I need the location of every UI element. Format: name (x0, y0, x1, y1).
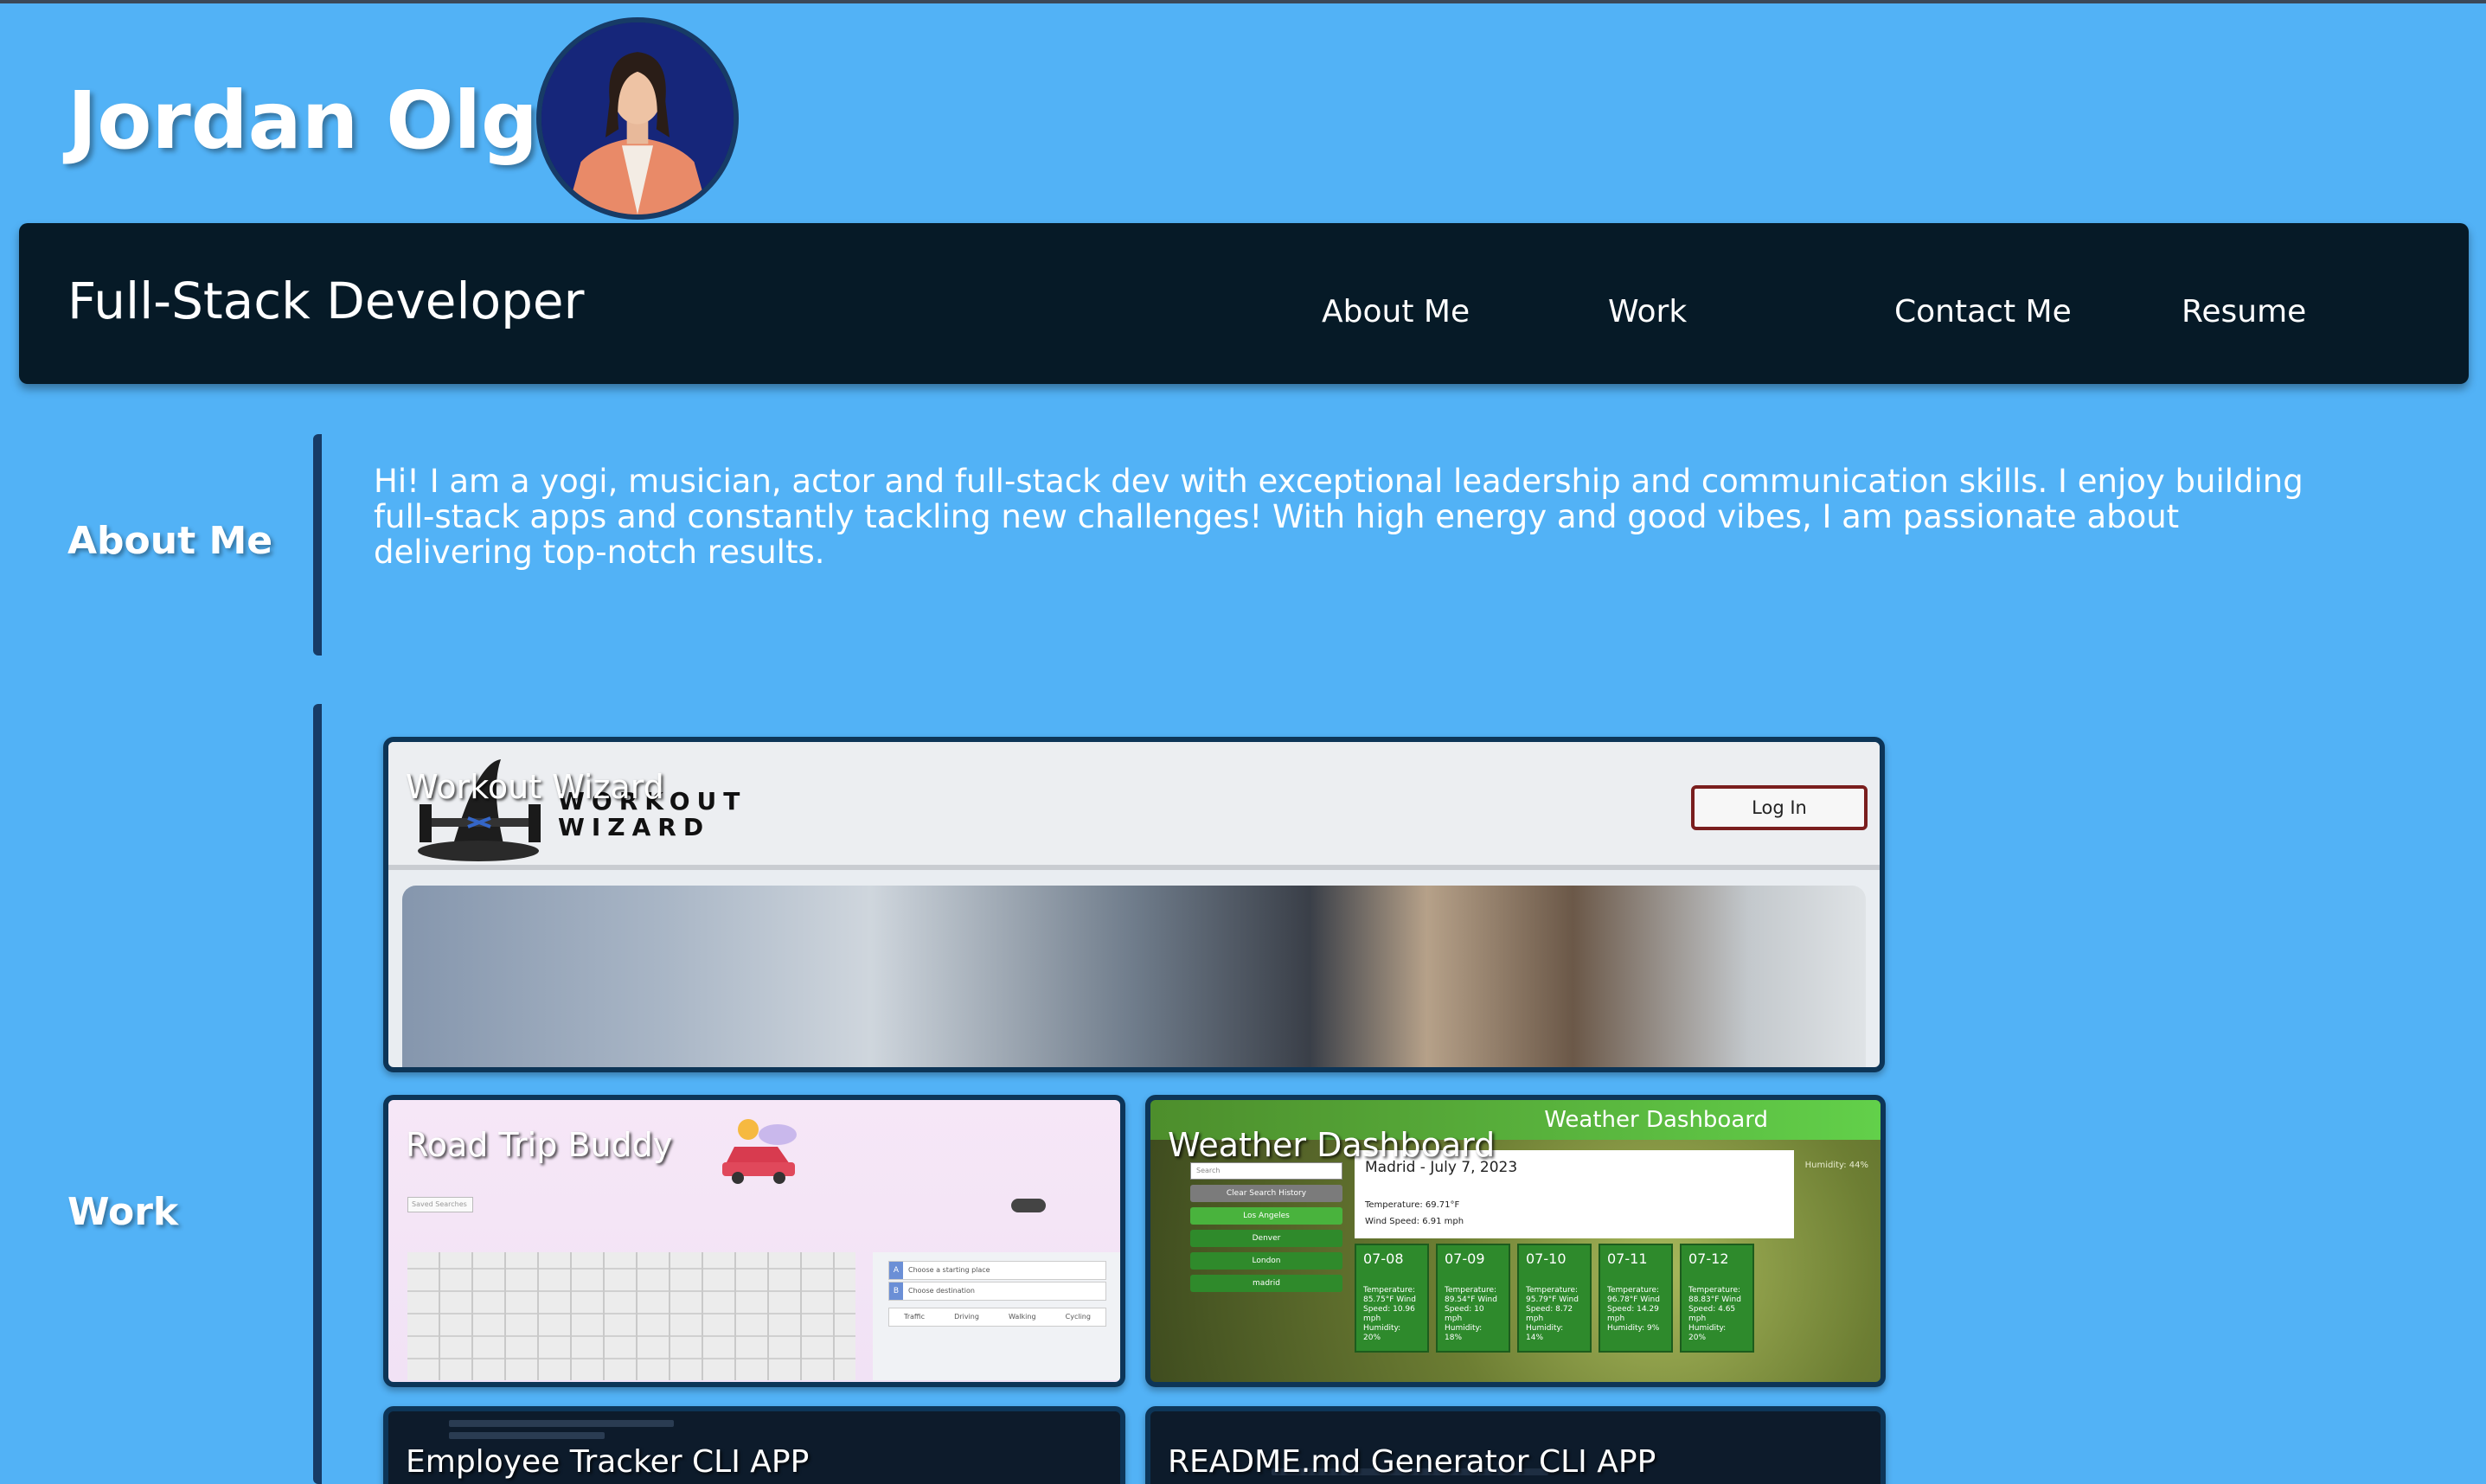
about-description: Hi! I am a yogi, musician, actor and ful… (374, 463, 2303, 571)
forecast-date: 07-09 (1445, 1251, 1485, 1267)
project-card-workout-wizard[interactable]: WORKOUT WIZARD Log In Workout Wizard (383, 737, 1885, 1072)
current-humidity: Humidity: 44% (1804, 1161, 1868, 1170)
forecast-info: Temperature: 89.54°F Wind Speed: 10 mph … (1445, 1286, 1497, 1342)
saved-searches-select[interactable]: Saved Searches (407, 1197, 473, 1212)
car-icon (722, 1119, 797, 1184)
city-button[interactable]: Denver (1190, 1230, 1342, 1247)
profile-photo-icon (541, 22, 734, 214)
work-section-heading: Work (67, 1190, 179, 1234)
project-title-road-trip-buddy: Road Trip Buddy (406, 1126, 673, 1164)
route-panel: A Choose a starting place B Choose desti… (873, 1252, 1120, 1380)
city-button[interactable]: Los Angeles (1190, 1207, 1342, 1225)
main-navbar: Full-Stack Developer About Me Work Conta… (19, 223, 2469, 384)
current-temp: Temperature: 69.71°F (1365, 1200, 1460, 1210)
forecast-date: 07-11 (1607, 1251, 1648, 1267)
destination-label: Choose destination (908, 1287, 975, 1295)
road-trip-map (407, 1252, 855, 1380)
forecast-day: 07-09 Temperature: 89.54°F Wind Speed: 1… (1436, 1244, 1510, 1353)
forecast-day: 07-12 Temperature: 88.83°F Wind Speed: 4… (1680, 1244, 1754, 1353)
project-card-weather-dashboard[interactable]: Weather Dashboard Search Clear Search Hi… (1145, 1095, 1886, 1387)
project-title-workout-wizard: Workout Wizard (406, 768, 664, 806)
project-card-readme-generator[interactable]: README.md Generator CLI APP (1145, 1406, 1886, 1484)
forecast-date: 07-10 (1526, 1251, 1567, 1267)
destination-marker-icon: B (889, 1283, 903, 1300)
forecast-day: 07-10 Temperature: 95.79°F Wind Speed: 8… (1517, 1244, 1592, 1353)
project-card-road-trip-buddy[interactable]: Saved Searches A Choose a starting place… (383, 1095, 1125, 1387)
logo-line-2: WIZARD (558, 813, 711, 841)
project-title-weather-dashboard: Weather Dashboard (1168, 1126, 1496, 1164)
nav-link-work[interactable]: Work (1608, 294, 1687, 329)
about-section-heading: About Me (67, 519, 273, 563)
mode-driving[interactable]: Driving (954, 1308, 979, 1326)
about-section-divider (313, 434, 322, 656)
forecast-info: Temperature: 88.83°F Wind Speed: 4.65 mp… (1688, 1286, 1741, 1342)
forecast-info: Temperature: 96.78°F Wind Speed: 14.29 m… (1607, 1286, 1660, 1333)
travel-mode-tabs: Traffic Driving Walking Cycling (888, 1308, 1106, 1327)
start-place-label: Choose a starting place (908, 1266, 990, 1274)
nav-link-contact-me[interactable]: Contact Me (1894, 294, 2072, 329)
forecast-day: 07-11 Temperature: 96.78°F Wind Speed: 1… (1599, 1244, 1673, 1353)
weather-band-title: Weather Dashboard (1544, 1107, 1768, 1133)
profile-avatar (536, 17, 739, 220)
mode-cycling[interactable]: Cycling (1066, 1308, 1091, 1326)
start-place-input[interactable]: A Choose a starting place (888, 1261, 1106, 1280)
role-title: Full-Stack Developer (67, 272, 585, 330)
city-button[interactable]: London (1190, 1252, 1342, 1270)
mode-walking[interactable]: Walking (1009, 1308, 1036, 1326)
current-wind: Wind Speed: 6.91 mph (1365, 1217, 1464, 1226)
workout-hero-image (402, 886, 1866, 1067)
city-search-input[interactable]: Search (1190, 1162, 1342, 1180)
project-card-employee-tracker[interactable]: Employee Tracker CLI APP (383, 1406, 1125, 1484)
forecast-info: Temperature: 95.79°F Wind Speed: 8.72 mp… (1526, 1286, 1579, 1342)
theme-toggle[interactable] (1011, 1199, 1046, 1212)
city-button[interactable]: madrid (1190, 1275, 1342, 1292)
log-in-button[interactable]: Log In (1691, 785, 1868, 830)
work-section-divider (313, 704, 322, 1484)
forecast-day: 07-08 Temperature: 85.75°F Wind Speed: 1… (1355, 1244, 1429, 1353)
project-title-readme-generator: README.md Generator CLI APP (1168, 1444, 1656, 1480)
forecast-date: 07-12 (1688, 1251, 1729, 1267)
code-line (449, 1420, 674, 1427)
weather-sidebar: Search Clear Search History Los Angeles … (1190, 1162, 1342, 1297)
window-top-border (0, 0, 2486, 3)
clear-history-button[interactable]: Clear Search History (1190, 1185, 1342, 1202)
start-marker-icon: A (889, 1262, 903, 1279)
workout-wizard-header: WORKOUT WIZARD Log In (388, 742, 1880, 870)
code-line (449, 1432, 605, 1439)
destination-input[interactable]: B Choose destination (888, 1282, 1106, 1301)
project-title-employee-tracker: Employee Tracker CLI APP (406, 1444, 810, 1480)
nav-link-resume[interactable]: Resume (2182, 294, 2306, 329)
nav-link-about-me[interactable]: About Me (1322, 294, 1470, 329)
mode-traffic[interactable]: Traffic (904, 1308, 925, 1326)
forecast-date: 07-08 (1363, 1251, 1404, 1267)
forecast-info: Temperature: 85.75°F Wind Speed: 10.96 m… (1363, 1286, 1416, 1342)
